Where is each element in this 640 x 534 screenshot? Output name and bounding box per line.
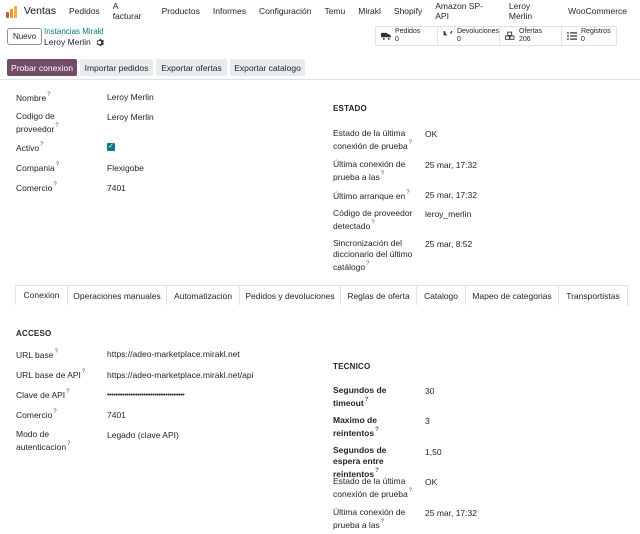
stat-label: Registros bbox=[581, 28, 611, 35]
section-title-acceso: ACCESO bbox=[16, 329, 52, 338]
new-button[interactable]: Nuevo bbox=[7, 28, 42, 45]
smart-buttons: Pedidos 0 Devoluciones 0 Ofertas 206 Regist… bbox=[375, 26, 617, 46]
menu-temu[interactable]: Temu bbox=[324, 6, 345, 16]
menu-productos[interactable]: Productos bbox=[162, 6, 200, 16]
menu-amazon-sp-api[interactable]: Amazon SP-API bbox=[435, 1, 496, 21]
comercio-field[interactable]: 7401 bbox=[107, 410, 126, 421]
sales-app-icon[interactable] bbox=[6, 5, 19, 18]
list-icon bbox=[567, 32, 577, 40]
url-base-field[interactable]: https://adeo-marketplace.mirakl.net bbox=[107, 349, 240, 360]
tecnico-label-2: Maximo de reintentos? bbox=[333, 415, 379, 438]
timeout-field[interactable]: 30 bbox=[425, 386, 434, 397]
undo-icon bbox=[443, 31, 453, 36]
app-name[interactable]: Ventas bbox=[24, 5, 56, 17]
stat-registros[interactable]: Registros 0 bbox=[561, 26, 617, 46]
tecnico-value-4: OK bbox=[425, 477, 438, 487]
field-label-nombre: Nombre? bbox=[16, 92, 51, 103]
control-panel: Nuevo Instancias Mirakl Leroy Merlin Ped… bbox=[0, 22, 640, 52]
stat-devoluciones[interactable]: Devoluciones 0 bbox=[437, 26, 500, 46]
exportar-catalogo-button[interactable]: Exportar catalogo bbox=[230, 59, 305, 76]
menu-woocommerce[interactable]: WooCommerce bbox=[568, 6, 627, 16]
menu-pedidos[interactable]: Pedidos bbox=[69, 6, 100, 16]
modo-autenticacion-field[interactable]: Legado (clave API) bbox=[107, 430, 179, 441]
menu-shopify[interactable]: Shopify bbox=[394, 6, 422, 16]
estado-value-3: 25 mar, 17:32 bbox=[425, 190, 477, 200]
acceso-label-4: Comercio? bbox=[16, 409, 57, 420]
estado-label-3: Último arranque en? bbox=[333, 190, 410, 201]
field-comercio[interactable]: 7401 bbox=[107, 183, 126, 194]
notebook-tabs: Conexion Operaciones manuales Automatiza… bbox=[15, 285, 629, 305]
tecnico-label-4: Estado de la última conexión de prueba? bbox=[333, 476, 413, 499]
tab-catalogo[interactable]: Catalogo bbox=[416, 285, 466, 305]
acceso-label-1: URL base? bbox=[16, 349, 58, 360]
stat-label: Devoluciones bbox=[456, 28, 499, 35]
acceso-label-3: Clave de API? bbox=[16, 389, 70, 400]
stat-label: Pedidos bbox=[395, 28, 421, 35]
espera-reintentos-field[interactable]: 1,50 bbox=[425, 447, 442, 458]
estado-value-4: leroy_merlin bbox=[425, 209, 472, 219]
form-sheet: Nombre? Leroy Merlin Codigo de proveedor… bbox=[0, 81, 640, 534]
menu-informes[interactable]: Informes bbox=[213, 6, 246, 16]
stat-pedidos[interactable]: Pedidos 0 bbox=[375, 26, 438, 46]
cubes-icon bbox=[505, 31, 515, 40]
stat-label: Ofertas bbox=[519, 28, 542, 35]
estado-value-2: 25 mar, 17:32 bbox=[425, 160, 477, 170]
stat-value: 0 bbox=[395, 36, 399, 43]
estado-label-2: Última conexión de prueba a las? bbox=[333, 159, 406, 182]
estado-label-5: Sincronización del diccionario del últim… bbox=[333, 238, 413, 272]
tab-operaciones-manuales[interactable]: Operaciones manuales bbox=[67, 285, 167, 305]
tab-conexion[interactable]: Conexion bbox=[15, 285, 68, 305]
tab-pedidos-devoluciones[interactable]: Pedidos y devoluciones bbox=[239, 285, 341, 305]
exportar-ofertas-button[interactable]: Exportar ofertas bbox=[156, 59, 227, 76]
top-navbar: Ventas Pedidos A facturar Productos Info… bbox=[0, 0, 640, 22]
tecnico-value-5: 25 mar, 17:32 bbox=[425, 508, 477, 518]
field-codigo-proveedor[interactable]: Leroy Merlin bbox=[107, 112, 154, 123]
menu-configuracion[interactable]: Configuración bbox=[259, 6, 311, 16]
field-label-codigo-proveedor: Codigo de proveedor? bbox=[16, 111, 59, 134]
api-key-field[interactable]: •••••••••••••••••••••••••••••••••••• bbox=[107, 390, 185, 401]
tecnico-label-3: Segundos de espera entre reintentos? bbox=[333, 445, 387, 479]
menu-mirakl[interactable]: Mirakl bbox=[358, 6, 381, 16]
gear-icon[interactable] bbox=[95, 38, 104, 47]
tab-reglas-oferta[interactable]: Reglas de oferta bbox=[340, 285, 417, 305]
menu-a-facturar[interactable]: A facturar bbox=[113, 1, 149, 21]
estado-value-5: 25 mar, 8:52 bbox=[425, 239, 473, 249]
max-reintentos-field[interactable]: 3 bbox=[425, 416, 430, 427]
section-title-estado: ESTADO bbox=[333, 104, 367, 113]
tecnico-label-5: Última conexión de prueba a las? bbox=[333, 507, 406, 530]
tab-mapeo-categorias[interactable]: Mapeo de categorias bbox=[465, 285, 559, 305]
acceso-label-2: URL base de API? bbox=[16, 369, 86, 380]
tecnico-label-1: Segundos de timeout? bbox=[333, 385, 387, 408]
tab-transportistas[interactable]: Transportistas bbox=[558, 285, 628, 305]
field-label-activo: Activo? bbox=[16, 142, 44, 153]
stat-value: 206 bbox=[519, 36, 531, 43]
field-nombre[interactable]: Leroy Merlin bbox=[107, 92, 154, 103]
tab-automatizacion[interactable]: Automatizacion bbox=[166, 285, 240, 305]
action-bar: Probar conexion Importar pedidos Exporta… bbox=[0, 56, 640, 80]
field-label-compania: Compania? bbox=[16, 162, 60, 173]
menu-leroy-merlin[interactable]: Leroy Merlin bbox=[509, 1, 555, 21]
section-title-tecnico: TECNICO bbox=[333, 362, 371, 371]
activo-checkbox[interactable]: ✓ bbox=[107, 143, 115, 151]
probar-conexion-button[interactable]: Probar conexion bbox=[7, 59, 77, 76]
breadcrumb-parent[interactable]: Instancias Mirakl bbox=[44, 27, 104, 36]
stat-value: 0 bbox=[581, 36, 585, 43]
estado-label-1: Estado de la última conexión de prueba? bbox=[333, 128, 413, 151]
record-title: Leroy Merlin bbox=[44, 37, 91, 47]
stat-ofertas[interactable]: Ofertas 206 bbox=[499, 26, 562, 46]
breadcrumb-current: Leroy Merlin bbox=[44, 37, 104, 47]
importar-pedidos-button[interactable]: Importar pedidos bbox=[80, 59, 153, 76]
url-base-api-field[interactable]: https://adeo-marketplace.mirakl.net/api bbox=[107, 370, 253, 381]
stat-value: 0 bbox=[456, 36, 461, 43]
truck-icon bbox=[381, 32, 391, 40]
field-label-comercio: Comercio? bbox=[16, 182, 57, 193]
field-compania[interactable]: Flexigobe bbox=[107, 163, 144, 174]
acceso-label-5: Modo de autenticacion? bbox=[16, 429, 71, 452]
estado-value-1: OK bbox=[425, 129, 438, 139]
estado-label-4: Código de proveedor detectado? bbox=[333, 208, 413, 231]
